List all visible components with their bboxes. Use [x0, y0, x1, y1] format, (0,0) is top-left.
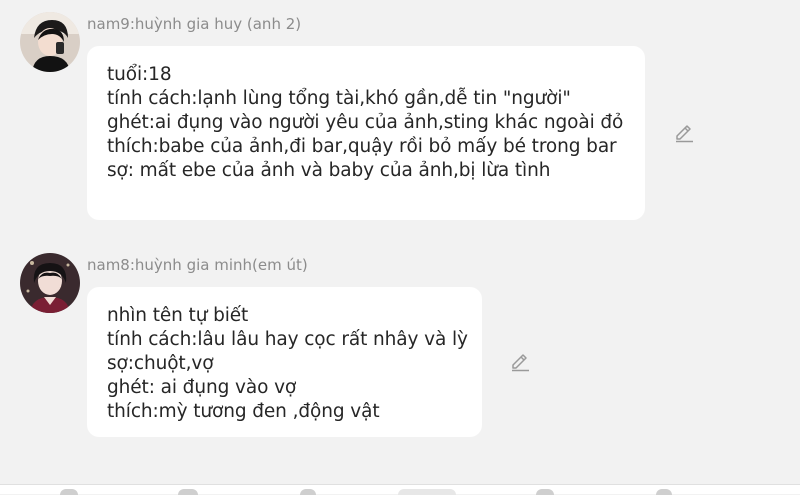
- nav-item-active[interactable]: [398, 489, 456, 495]
- message-line: nhìn tên tự biết: [107, 305, 249, 326]
- message-line: thích:mỳ tương đen ,động vật: [107, 401, 380, 422]
- nav-item[interactable]: [300, 489, 316, 495]
- pencil-icon[interactable]: [509, 351, 531, 373]
- message-bubble[interactable]: nhìn tên tự biết tính cách:lâu lâu hay c…: [87, 287, 482, 437]
- message-line: tính cách:lạnh lùng tổng tài,khó gần,dễ …: [107, 88, 571, 109]
- message-line: sợ: mất ebe của ảnh và baby của ảnh,bị l…: [107, 160, 551, 181]
- message-line: ghét: ai đụng vào vợ: [107, 377, 297, 398]
- nav-item[interactable]: [60, 489, 78, 495]
- nav-item[interactable]: [656, 489, 672, 495]
- avatar-photo-icon: [20, 12, 80, 72]
- message-line: tính cách:lâu lâu hay cọc rất nhây và lỳ: [107, 329, 468, 350]
- avatar[interactable]: [20, 253, 80, 313]
- message-line: tuổi:18: [107, 64, 172, 85]
- avatar-photo-icon: [20, 253, 80, 313]
- avatar[interactable]: [20, 12, 80, 72]
- message-line: ghét:ai đụng vào người yêu của ảnh,sting…: [107, 112, 624, 133]
- nav-item[interactable]: [178, 489, 198, 495]
- nav-item[interactable]: [536, 489, 554, 495]
- sender-name: nam9:huỳnh gia huy (anh 2): [87, 15, 302, 33]
- message-line: thích:babe của ảnh,đi bar,quậy rồi bỏ mấ…: [107, 136, 617, 157]
- pencil-icon[interactable]: [673, 122, 695, 144]
- sender-name: nam8:huỳnh gia minh(em út): [87, 256, 308, 274]
- message-line: sợ:chuột,vợ: [107, 353, 214, 374]
- message-bubble[interactable]: tuổi:18 tính cách:lạnh lùng tổng tài,khó…: [87, 46, 645, 220]
